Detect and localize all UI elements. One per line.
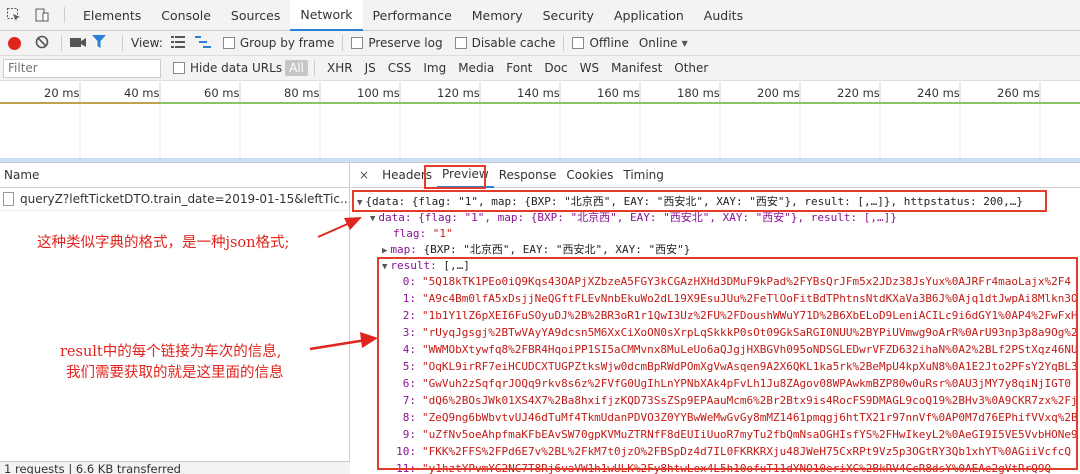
annotation-arrows [309, 217, 378, 351]
